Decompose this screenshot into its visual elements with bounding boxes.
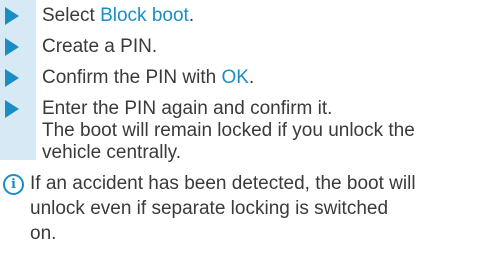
info-note-line: unlock even if separate locking is switc… <box>30 198 389 219</box>
info-note-line: on. <box>30 223 57 244</box>
step-arrow-icon <box>5 7 19 25</box>
step-4: Enter the PIN again and confirm it. The … <box>0 96 481 171</box>
info-note-line: If an accident has been detected, the bo… <box>30 173 416 194</box>
step-arrow-icon <box>5 69 19 87</box>
step-text: Select Block boot. <box>42 5 195 26</box>
ok-key-label: OK <box>221 67 249 88</box>
menu-item-block-boot: Block boot <box>100 5 189 26</box>
step-arrow-icon <box>5 38 19 56</box>
step-text: Create a PIN. <box>42 36 158 57</box>
step-text: Confirm the PIN with OK. <box>42 67 255 88</box>
step-result-line: vehicle centrally. <box>42 142 182 163</box>
step-3: Confirm the PIN with OK. <box>0 65 481 90</box>
step-1: Select Block boot. <box>0 3 481 28</box>
step-arrow-icon <box>5 100 19 118</box>
info-icon: i <box>3 174 24 195</box>
info-note-text: If an accident has been detected, the bo… <box>30 171 450 246</box>
step-2: Create a PIN. <box>0 34 481 59</box>
